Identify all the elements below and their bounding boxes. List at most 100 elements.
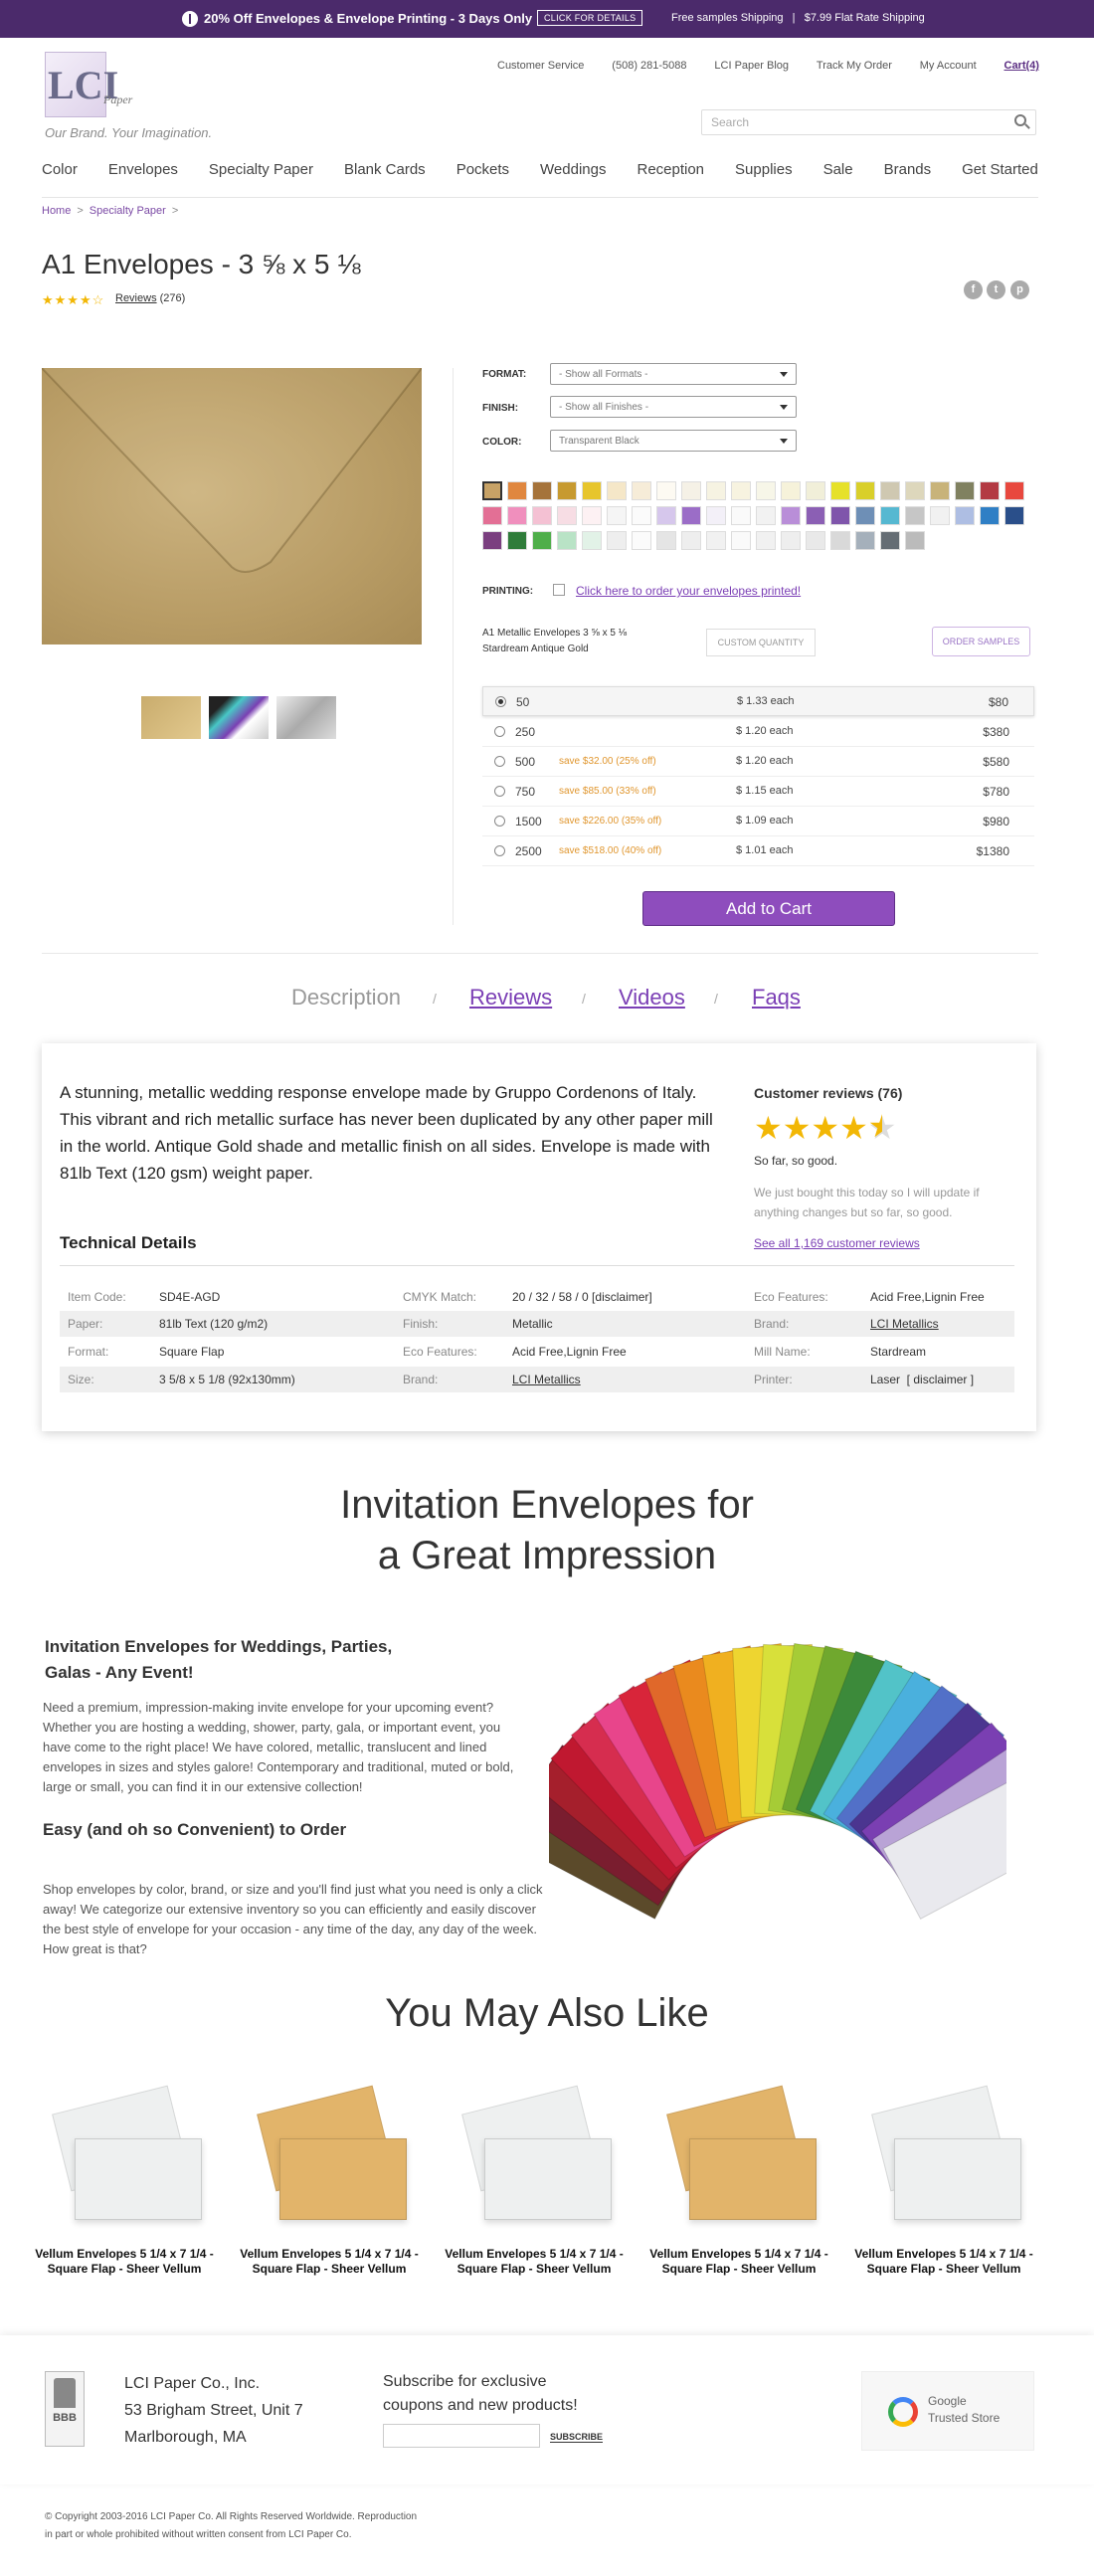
price-row[interactable]: 250 $ 1.20 each $380: [482, 717, 1034, 747]
color-swatch[interactable]: [756, 481, 776, 500]
color-swatch[interactable]: [955, 481, 975, 500]
radio-button[interactable]: [494, 845, 505, 856]
color-swatch[interactable]: [930, 481, 950, 500]
blog-link[interactable]: LCI Paper Blog: [714, 60, 789, 72]
color-swatch[interactable]: [632, 506, 651, 525]
twitter-icon[interactable]: t: [987, 280, 1005, 299]
recommended-product[interactable]: Vellum Envelopes 5 1/4 x 7 1/4 - Square …: [235, 2085, 424, 2277]
cart-link[interactable]: Cart(4): [1004, 60, 1039, 72]
reviews-link[interactable]: Reviews (276): [115, 292, 185, 304]
nav-pockets[interactable]: Pockets: [456, 161, 509, 178]
color-swatch[interactable]: [980, 506, 1000, 525]
color-swatch[interactable]: [731, 481, 751, 500]
color-swatch[interactable]: [855, 531, 875, 550]
subscribe-button[interactable]: SUBSCRIBE: [550, 2432, 604, 2443]
nav-specialty-paper[interactable]: Specialty Paper: [209, 161, 313, 178]
color-swatch[interactable]: [582, 531, 602, 550]
color-swatch[interactable]: [830, 531, 850, 550]
color-swatch[interactable]: [656, 481, 676, 500]
facebook-icon[interactable]: f: [964, 280, 983, 299]
color-swatch[interactable]: [781, 481, 801, 500]
nav-brands[interactable]: Brands: [884, 161, 932, 178]
nav-blank-cards[interactable]: Blank Cards: [344, 161, 426, 178]
color-swatch[interactable]: [632, 481, 651, 500]
color-swatch[interactable]: [482, 531, 502, 550]
custom-quantity-button[interactable]: CUSTOM QUANTITY: [706, 629, 816, 656]
nav-envelopes[interactable]: Envelopes: [108, 161, 178, 178]
promo-details-button[interactable]: CLICK FOR DETAILS: [537, 10, 643, 26]
color-swatch[interactable]: [681, 531, 701, 550]
color-swatch[interactable]: [681, 481, 701, 500]
phone-link[interactable]: (508) 281-5088: [612, 60, 686, 72]
color-swatch[interactable]: [781, 531, 801, 550]
color-swatch[interactable]: [607, 481, 627, 500]
breadcrumb-home[interactable]: Home: [42, 205, 71, 217]
color-swatch[interactable]: [955, 506, 975, 525]
color-swatch[interactable]: [656, 531, 676, 550]
color-swatch[interactable]: [1004, 481, 1024, 500]
color-swatch[interactable]: [905, 531, 925, 550]
recommended-product-image[interactable]: [235, 2085, 424, 2238]
format-select[interactable]: - Show all Formats -: [550, 363, 797, 385]
search-icon[interactable]: [1014, 114, 1026, 126]
color-select[interactable]: Transparent Black: [550, 430, 797, 452]
subscribe-email-input[interactable]: [383, 2424, 540, 2448]
breadcrumb-specialty-paper[interactable]: Specialty Paper: [90, 205, 166, 217]
color-swatch[interactable]: [582, 481, 602, 500]
nav-weddings[interactable]: Weddings: [540, 161, 606, 178]
recommended-product-name[interactable]: Vellum Envelopes 5 1/4 x 7 1/4 - Square …: [30, 2247, 219, 2277]
tab-videos[interactable]: Videos: [619, 985, 685, 1011]
nav-supplies[interactable]: Supplies: [735, 161, 793, 178]
color-swatch[interactable]: [756, 506, 776, 525]
thumbnail-2[interactable]: [209, 696, 269, 739]
brand-link[interactable]: LCI Metallics: [870, 1317, 939, 1331]
radio-button[interactable]: [495, 696, 506, 707]
color-swatch[interactable]: [855, 481, 875, 500]
color-swatch[interactable]: [880, 531, 900, 550]
price-row[interactable]: 750 save $85.00 (33% off) $ 1.15 each $7…: [482, 777, 1034, 807]
add-to-cart-button[interactable]: Add to Cart: [642, 891, 895, 926]
color-swatch[interactable]: [830, 506, 850, 525]
nav-sale[interactable]: Sale: [823, 161, 853, 178]
recommended-product-name[interactable]: Vellum Envelopes 5 1/4 x 7 1/4 - Square …: [235, 2247, 424, 2277]
finish-select[interactable]: - Show all Finishes -: [550, 396, 797, 418]
color-swatch[interactable]: [632, 531, 651, 550]
recommended-product-name[interactable]: Vellum Envelopes 5 1/4 x 7 1/4 - Square …: [849, 2247, 1038, 2277]
color-swatch[interactable]: [706, 531, 726, 550]
color-swatch[interactable]: [830, 481, 850, 500]
color-swatch[interactable]: [905, 506, 925, 525]
radio-button[interactable]: [494, 756, 505, 767]
color-swatch[interactable]: [557, 506, 577, 525]
recommended-product-image[interactable]: [644, 2085, 833, 2238]
track-order-link[interactable]: Track My Order: [817, 60, 892, 72]
color-swatch[interactable]: [706, 506, 726, 525]
price-row[interactable]: 1500 save $226.00 (35% off) $ 1.09 each …: [482, 807, 1034, 836]
price-row[interactable]: 2500 save $518.00 (40% off) $ 1.01 each …: [482, 836, 1034, 866]
recommended-product[interactable]: Vellum Envelopes 5 1/4 x 7 1/4 - Square …: [30, 2085, 219, 2277]
color-swatch[interactable]: [806, 531, 825, 550]
color-swatch[interactable]: [507, 531, 527, 550]
color-swatch[interactable]: [482, 506, 502, 525]
color-swatch[interactable]: [781, 506, 801, 525]
recommended-product-image[interactable]: [30, 2085, 219, 2238]
color-swatch[interactable]: [607, 506, 627, 525]
color-swatch[interactable]: [855, 506, 875, 525]
brand-link[interactable]: LCI Metallics: [512, 1373, 581, 1386]
search-input[interactable]: Search: [701, 109, 1036, 135]
color-swatch[interactable]: [880, 506, 900, 525]
color-swatch[interactable]: [507, 481, 527, 500]
color-swatch[interactable]: [532, 481, 552, 500]
recommended-product-name[interactable]: Vellum Envelopes 5 1/4 x 7 1/4 - Square …: [644, 2247, 833, 2277]
tab-description[interactable]: Description: [291, 985, 401, 1011]
recommended-product[interactable]: Vellum Envelopes 5 1/4 x 7 1/4 - Square …: [849, 2085, 1038, 2277]
color-swatch[interactable]: [582, 506, 602, 525]
order-samples-button[interactable]: ORDER SAMPLES: [932, 627, 1030, 656]
color-swatch[interactable]: [482, 481, 502, 500]
color-swatch[interactable]: [706, 481, 726, 500]
recommended-product-image[interactable]: [440, 2085, 629, 2238]
nav-color[interactable]: Color: [42, 161, 78, 178]
tab-faqs[interactable]: Faqs: [752, 985, 801, 1011]
price-row[interactable]: 500 save $32.00 (25% off) $ 1.20 each $5…: [482, 747, 1034, 777]
thumbnail-1[interactable]: [141, 696, 201, 739]
see-all-reviews-link[interactable]: See all 1,169 customer reviews: [754, 1236, 920, 1250]
